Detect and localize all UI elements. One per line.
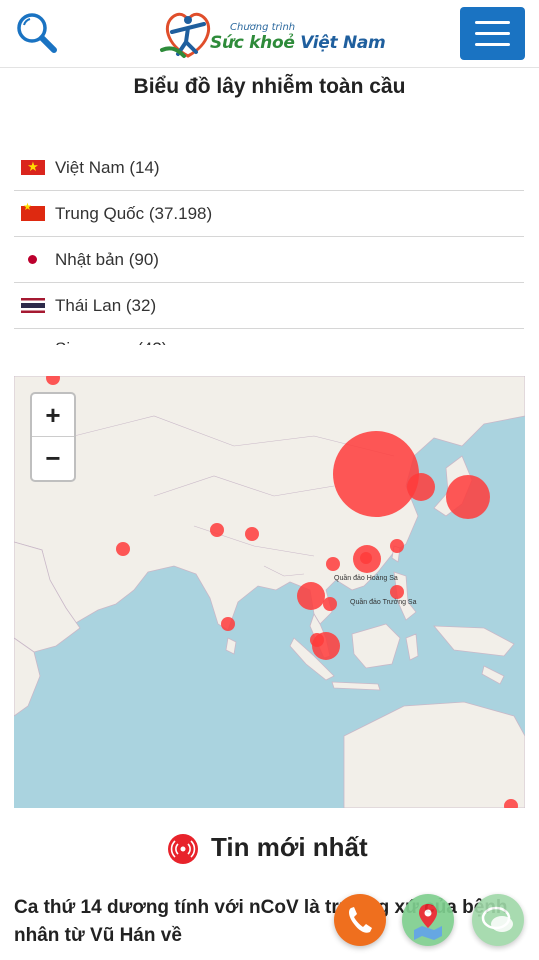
- news-heading: Tin mới nhất: [211, 832, 368, 862]
- infection-marker[interactable]: [360, 552, 372, 564]
- spratly-islands-label: Quần đảo Trường Sa: [350, 599, 417, 606]
- country-label: Trung Quốc (37.198): [55, 203, 213, 223]
- vietnam-flag-icon: [21, 157, 45, 177]
- infection-marker[interactable]: [504, 799, 518, 808]
- call-button[interactable]: [334, 894, 386, 946]
- broadcast-icon: [168, 834, 198, 864]
- map-pin-icon: [414, 904, 442, 940]
- phone-icon: [349, 907, 372, 933]
- news-section-header: Tin mới nhất: [0, 832, 539, 868]
- page-title: Biểu đồ lây nhiễm toàn cầu: [133, 75, 406, 98]
- infection-marker[interactable]: [323, 597, 337, 611]
- logo-subtitle: Chương trình: [230, 22, 296, 33]
- logo-figure-icon: [160, 12, 211, 58]
- chat-icon: [481, 906, 513, 932]
- hamburger-icon: [475, 43, 510, 46]
- list-item-china[interactable]: Trung Quốc (37.198): [14, 191, 524, 237]
- infection-marker[interactable]: [116, 542, 130, 556]
- infection-marker[interactable]: [210, 523, 224, 537]
- infection-markers: [46, 376, 518, 808]
- zoom-control: + −: [30, 392, 76, 482]
- logo-title: Sức khoẻ Việt Nam: [210, 33, 386, 53]
- infection-marker[interactable]: [46, 376, 60, 385]
- country-label: Việt Nam (14): [55, 157, 160, 177]
- infection-marker[interactable]: [221, 617, 235, 631]
- infection-marker[interactable]: [312, 632, 340, 660]
- infection-marker[interactable]: [333, 431, 419, 517]
- infection-marker[interactable]: [326, 557, 340, 571]
- site-logo[interactable]: Chương trình Sức khoẻ Việt Nam: [158, 6, 388, 62]
- infection-marker[interactable]: [297, 582, 325, 610]
- location-button[interactable]: [402, 894, 454, 946]
- list-item-japan[interactable]: Nhật bản (90): [14, 237, 524, 283]
- top-header: Chương trình Sức khoẻ Việt Nam: [0, 0, 539, 68]
- china-flag-icon: [21, 202, 45, 221]
- thailand-flag-icon: [21, 298, 45, 313]
- country-list[interactable]: Việt Nam (14) Trung Quốc (37.198) Nhật b…: [14, 145, 524, 345]
- logo-title-green: Sức khoẻ: [210, 33, 295, 53]
- zoom-in-button[interactable]: +: [32, 394, 74, 437]
- logo-title-blue: Việt Nam: [300, 33, 386, 53]
- infection-marker[interactable]: [390, 539, 404, 553]
- japan-flag-icon: [21, 252, 45, 267]
- list-item-vietnam[interactable]: Việt Nam (14): [14, 145, 524, 191]
- hamburger-icon: [475, 21, 510, 24]
- search-icon: [17, 13, 57, 53]
- infection-marker[interactable]: [407, 473, 435, 501]
- world-map[interactable]: + − Quần đảo Hoàng Sa Quần đảo Trường Sa: [14, 376, 525, 808]
- country-label: Thái Lan (32): [55, 295, 157, 315]
- menu-button[interactable]: [460, 7, 525, 60]
- chat-button[interactable]: [472, 894, 524, 946]
- infection-marker[interactable]: [446, 475, 490, 519]
- list-item-singapore[interactable]: Singapore (43): [14, 329, 524, 345]
- list-item-thailand[interactable]: Thái Lan (32): [14, 283, 524, 329]
- infection-marker[interactable]: [245, 527, 259, 541]
- country-label: Nhật bản (90): [55, 249, 159, 269]
- infection-marker[interactable]: [390, 585, 404, 599]
- search-button[interactable]: [14, 10, 60, 56]
- zoom-out-button[interactable]: −: [32, 437, 74, 480]
- hamburger-icon: [475, 32, 510, 35]
- paracel-islands-label: Quần đảo Hoàng Sa: [334, 575, 398, 582]
